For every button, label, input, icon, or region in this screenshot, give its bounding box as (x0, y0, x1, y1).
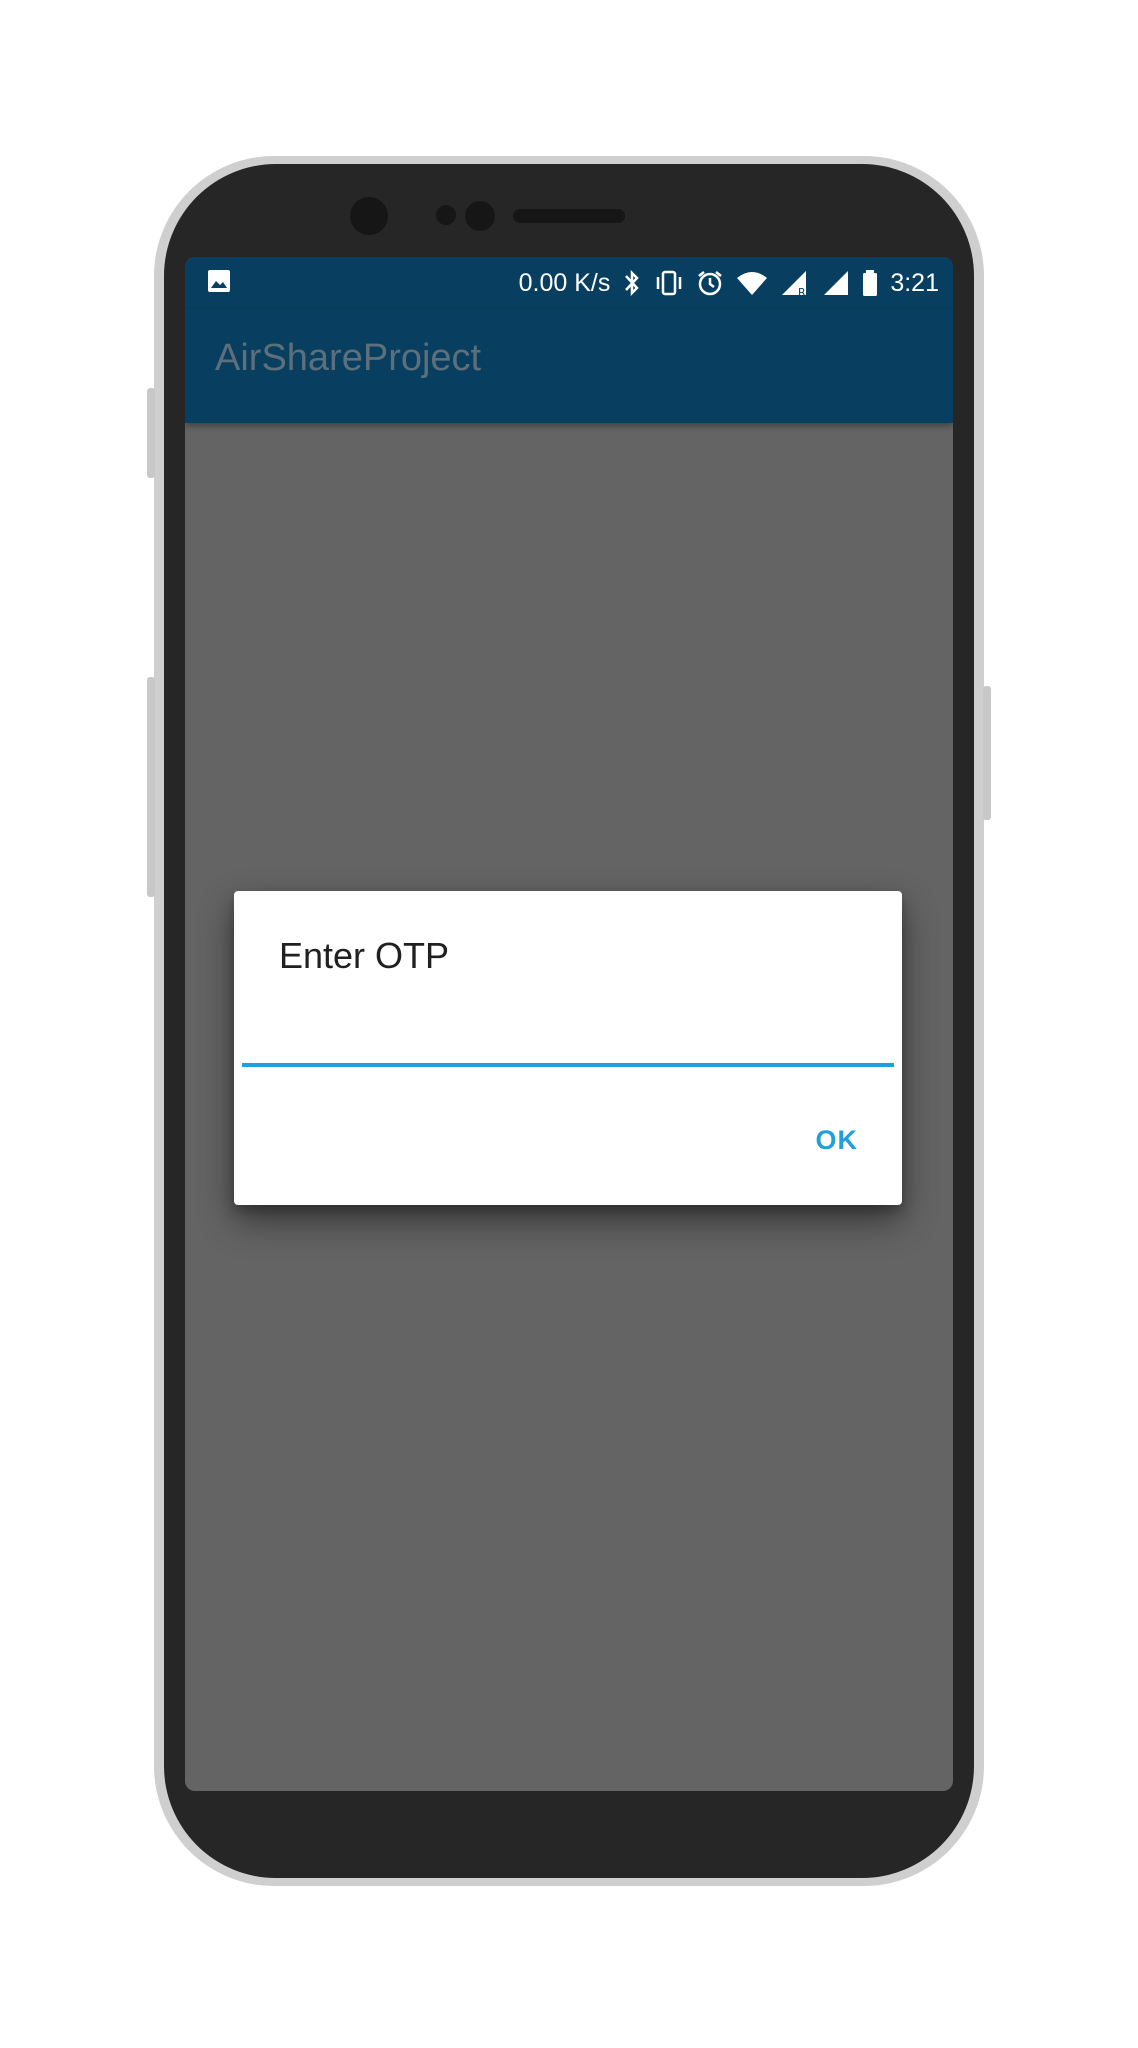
otp-input[interactable] (242, 1021, 894, 1067)
signal-roaming-icon: R (782, 271, 807, 297)
app-bar: AirShareProject (185, 309, 953, 423)
status-bar: 0.00 K/s R 3:21 (185, 257, 953, 309)
status-time: 3:21 (890, 268, 939, 297)
otp-dialog: Enter OTP OK (234, 891, 902, 1205)
svg-text:R: R (798, 286, 806, 297)
bluetooth-icon (625, 269, 640, 297)
front-camera (350, 197, 388, 235)
battery-icon (863, 270, 878, 296)
ok-button[interactable]: OK (812, 1119, 863, 1162)
phone-side-button-right (983, 686, 991, 820)
network-speed: 0.00 K/s (518, 268, 611, 297)
screen: 0.00 K/s R 3:21 AirShareProject Enter OT… (185, 257, 953, 1791)
phone-side-button-left-top (147, 388, 155, 478)
alarm-icon (698, 271, 723, 296)
image-icon (208, 270, 230, 292)
phone-side-button-left-bottom (147, 677, 155, 897)
status-icons: 0.00 K/s R 3:21 (519, 257, 939, 309)
vibrate-icon (657, 270, 682, 296)
earpiece-speaker (513, 209, 625, 223)
app-title: AirShareProject (215, 337, 482, 379)
canvas: 0.00 K/s R 3:21 AirShareProject Enter OT… (0, 0, 1138, 2048)
wifi-icon (737, 272, 768, 295)
sensor-dot (436, 205, 456, 225)
signal-icon (824, 271, 849, 295)
sensor-dot (465, 201, 495, 231)
dialog-title: Enter OTP (279, 935, 450, 976)
